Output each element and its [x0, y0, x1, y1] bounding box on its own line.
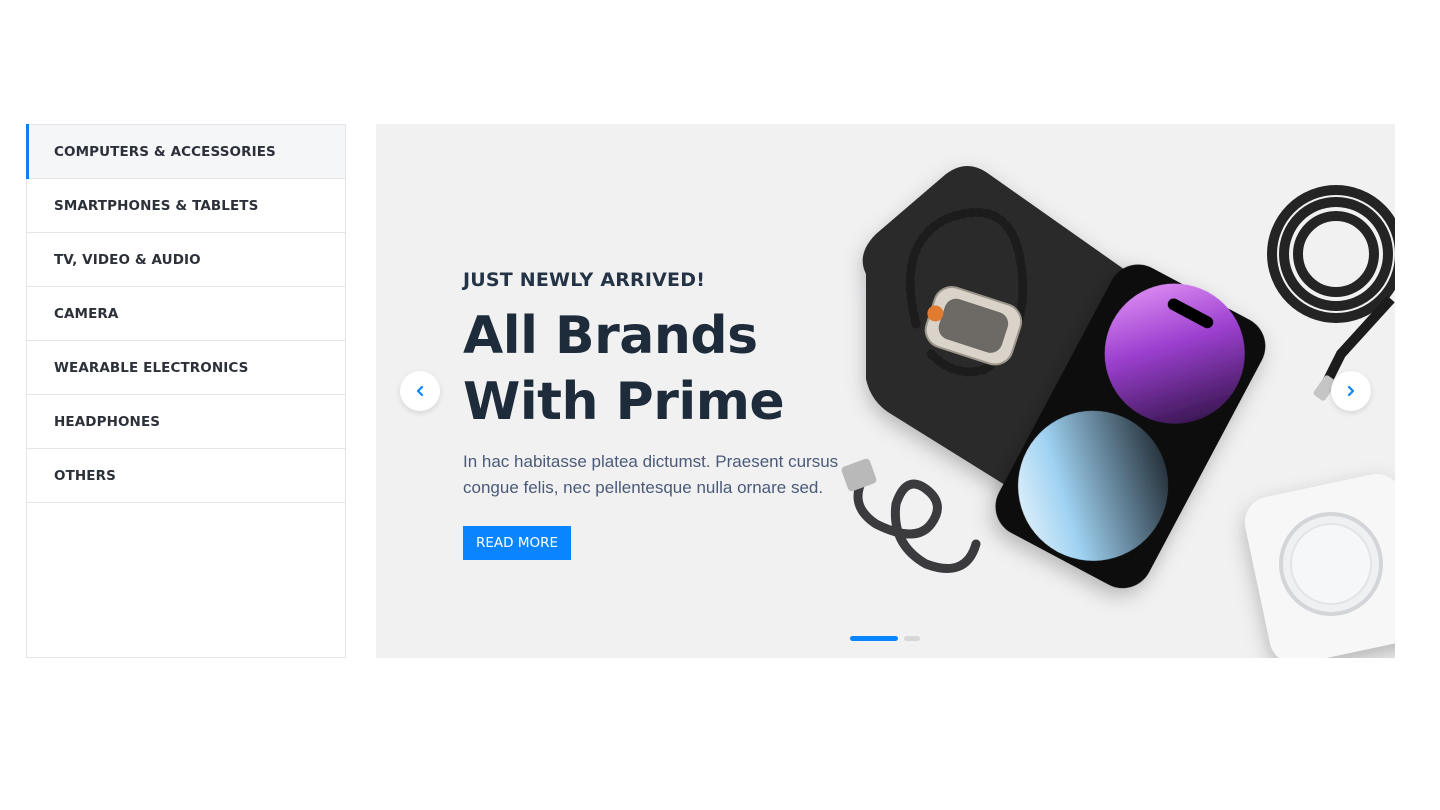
slide-headline: All Brands With Prime	[463, 303, 883, 435]
slide-description: In hac habitasse platea dictumst. Praese…	[463, 452, 839, 497]
chevron-right-icon	[1347, 385, 1355, 397]
slider-next-button[interactable]	[1331, 371, 1371, 411]
slide-content: JUST NEWLY ARRIVED! All Brands With Prim…	[463, 269, 883, 560]
sidebar-item-label: HEADPHONES	[54, 413, 161, 430]
read-more-button[interactable]: READ MORE	[463, 526, 572, 560]
sidebar-item-label: COMPUTERS & ACCESSORIES	[54, 143, 276, 160]
slide-headline-line2: With Prime	[463, 372, 785, 432]
slide-headline-line1: All Brands	[463, 306, 758, 366]
slider-dot-2[interactable]	[904, 636, 920, 641]
slide-eyebrow: JUST NEWLY ARRIVED!	[463, 269, 706, 291]
category-list: COMPUTERS & ACCESSORIES SMARTPHONES & TA…	[26, 124, 345, 503]
sidebar-item-label: CAMERA	[54, 305, 119, 322]
slider-prev-button[interactable]	[400, 371, 440, 411]
slider-pagination	[850, 636, 920, 641]
sidebar-item-label: TV, VIDEO & AUDIO	[54, 251, 201, 268]
sidebar-item-smartphones-tablets[interactable]: SMARTPHONES & TABLETS	[27, 179, 345, 233]
sidebar-item-headphones[interactable]: HEADPHONES	[27, 395, 345, 449]
sidebar-item-others[interactable]: OTHERS	[27, 449, 345, 503]
sidebar-item-wearable-electronics[interactable]: WEARABLE ELECTRONICS	[27, 341, 345, 395]
sidebar-item-tv-video-audio[interactable]: TV, VIDEO & AUDIO	[27, 233, 345, 287]
hero-slider: JUST NEWLY ARRIVED! All Brands With Prim…	[376, 124, 1395, 658]
chevron-left-icon	[416, 385, 424, 397]
hero-product-image	[841, 165, 1395, 658]
sidebar-item-label: OTHERS	[54, 467, 116, 484]
slider-dot-1[interactable]	[850, 636, 898, 641]
category-sidebar: COMPUTERS & ACCESSORIES SMARTPHONES & TA…	[26, 124, 346, 658]
sidebar-item-computers-accessories[interactable]: COMPUTERS & ACCESSORIES	[26, 124, 345, 179]
sidebar-item-camera[interactable]: CAMERA	[27, 287, 345, 341]
sidebar-item-label: WEARABLE ELECTRONICS	[54, 359, 249, 376]
sidebar-item-label: SMARTPHONES & TABLETS	[54, 197, 259, 214]
